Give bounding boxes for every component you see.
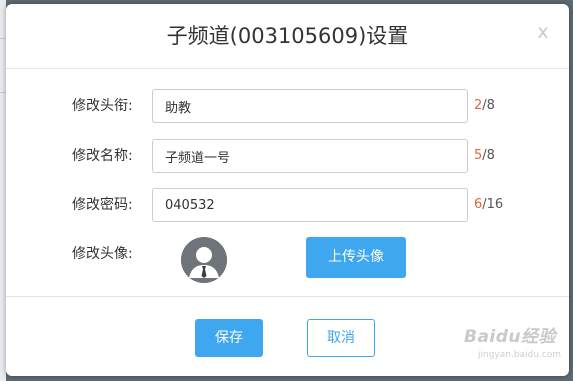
footer-divider [6,296,569,297]
upload-avatar-button[interactable]: 上传头像 [306,237,406,278]
name-label: 修改名称: [72,148,133,164]
avatar-row: 修改头像: [6,237,569,277]
dialog-title: 子频道(003105609)设置 [166,24,409,48]
password-label: 修改密码: [72,197,133,213]
title-char-count: 2/8 [474,89,495,123]
baidu-jingyan-watermark: Baidu经验 jingyan.baidu.com [464,322,573,378]
password-input[interactable] [152,188,468,222]
password-row: 修改密码: 6/16 [6,188,569,228]
name-char-count: 5/8 [474,139,495,173]
save-button[interactable]: 保存 [195,319,263,357]
name-count-max: /8 [482,148,495,163]
title-input[interactable] [152,89,468,123]
avatar-label: 修改头像: [72,246,133,262]
title-count-max: /8 [482,98,495,113]
name-input[interactable] [152,139,468,173]
dialog-header: 子频道(003105609)设置 x [6,4,569,69]
password-char-count: 6/16 [474,188,503,222]
cancel-button[interactable]: 取消 [307,319,375,357]
close-icon[interactable]: x [531,20,555,44]
title-row: 修改头衔: 2/8 [6,89,569,129]
password-count-max: /16 [482,197,504,212]
channel-settings-dialog: 子频道(003105609)设置 x 修改头衔: 2/8 修改名称: 5/8 修… [6,4,569,376]
title-label: 修改头衔: [72,98,133,114]
watermark-url: jingyan.baidu.com [478,350,562,360]
watermark-logo-text: Baidu经验 [464,327,557,347]
user-avatar-icon [181,237,227,283]
name-row: 修改名称: 5/8 [6,139,569,179]
